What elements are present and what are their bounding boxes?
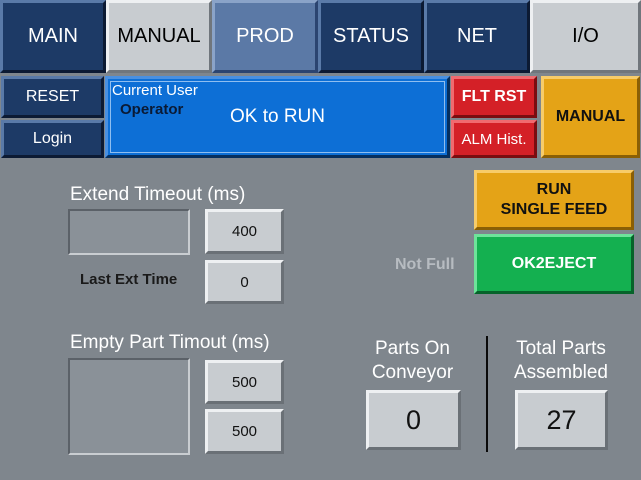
- last-ext-time-label: Last Ext Time: [80, 271, 178, 288]
- ok2eject-button[interactable]: OK2EJECT: [474, 234, 634, 294]
- parts-on-conveyor-line1: Parts On: [375, 338, 450, 359]
- counter-divider: [486, 336, 488, 452]
- login-button[interactable]: Login: [1, 120, 104, 158]
- tab-status[interactable]: STATUS: [318, 0, 424, 73]
- reset-button[interactable]: RESET: [1, 76, 104, 118]
- empty-part-timeout-input[interactable]: 500: [205, 360, 284, 404]
- extend-timeout-input[interactable]: 400: [205, 209, 284, 254]
- tab-prod[interactable]: PROD: [212, 0, 318, 73]
- parts-on-conveyor-line2: Conveyor: [371, 362, 454, 383]
- total-parts-value: 27: [515, 390, 608, 450]
- empty-part-timeout-title: Empty Part Timout (ms): [70, 332, 270, 353]
- parts-on-conveyor-label: Parts On Conveyor: [350, 337, 475, 385]
- run-status-message: OK to RUN: [229, 106, 326, 127]
- tab-main[interactable]: MAIN: [0, 0, 106, 73]
- eject-status-text: Not Full: [395, 256, 455, 273]
- empty-part-timeout-value[interactable]: 500: [205, 409, 284, 454]
- manual-mode-button[interactable]: MANUAL: [541, 76, 640, 158]
- run-single-feed-line1: RUN: [536, 181, 572, 198]
- fault-reset-button[interactable]: FLT RST: [451, 76, 537, 118]
- extend-timeout-display: [68, 209, 190, 255]
- total-parts-line2: Assembled: [514, 362, 608, 383]
- parts-on-conveyor-value: 0: [366, 390, 461, 450]
- tab-io[interactable]: I/O: [530, 0, 641, 73]
- status-panel: Current User Operator OK to RUN: [105, 76, 450, 158]
- total-parts-label: Total Parts Assembled: [497, 337, 625, 385]
- last-ext-time-value: 0: [205, 260, 284, 304]
- total-parts-line1: Total Parts: [516, 338, 606, 359]
- alarm-history-button[interactable]: ALM Hist.: [451, 120, 537, 158]
- empty-part-display: [68, 358, 190, 455]
- current-user-label: Current User: [112, 82, 198, 99]
- tab-net[interactable]: NET: [424, 0, 530, 73]
- tab-manual[interactable]: MANUAL: [106, 0, 212, 73]
- run-single-feed-button[interactable]: RUN SINGLE FEED: [474, 170, 634, 230]
- run-single-feed-line2: SINGLE FEED: [500, 201, 608, 218]
- extend-timeout-title: Extend Timeout (ms): [70, 184, 246, 205]
